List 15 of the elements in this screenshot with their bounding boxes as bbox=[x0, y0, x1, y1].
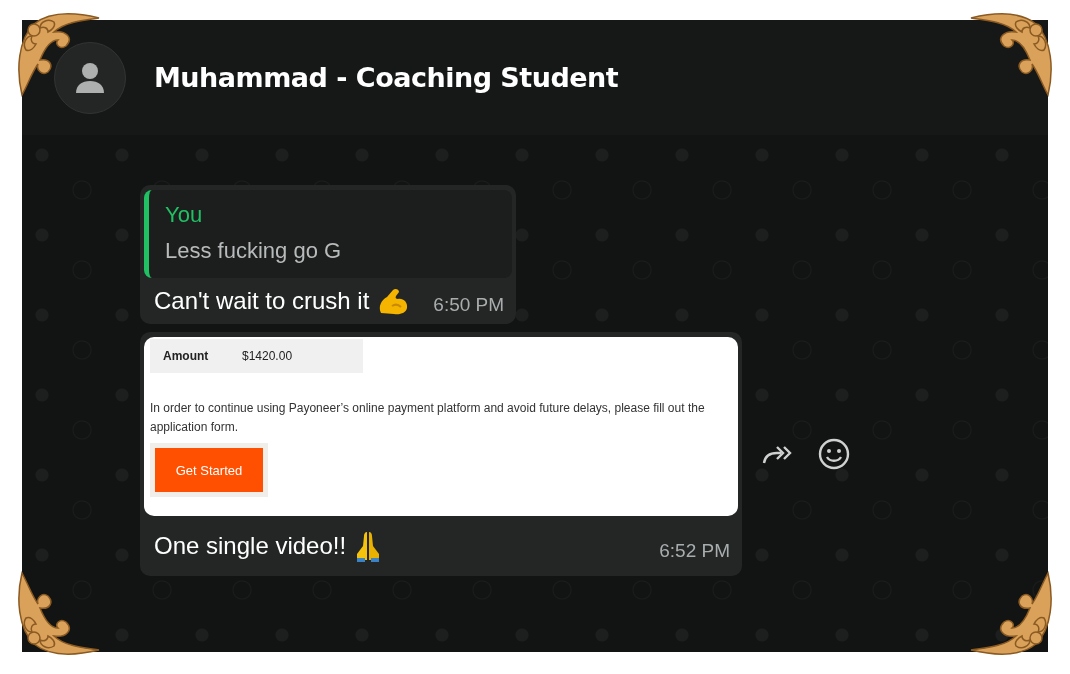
quote-text: Less fucking go G bbox=[165, 238, 343, 264]
message-text: Can't wait to crush it bbox=[154, 287, 370, 315]
quote-author: You bbox=[165, 202, 204, 228]
message-time: 6:50 PM bbox=[432, 294, 505, 316]
message-time: 6:52 PM bbox=[658, 540, 730, 562]
flexed-arm-icon bbox=[377, 286, 410, 316]
amount-label: Amount bbox=[162, 349, 210, 363]
amount-value: $1420.00 bbox=[242, 349, 293, 363]
email-text: In order to continue using Payoneer’s online payment platform and avoid future delays, please fill out the application form. bbox=[150, 400, 706, 436]
message-text: One single video!! bbox=[154, 532, 347, 560]
emoji-icon[interactable] bbox=[818, 438, 850, 470]
quoted-message[interactable]: You Less fucking go G bbox=[144, 190, 513, 278]
contact-name[interactable]: Muhammad - Coaching Student bbox=[154, 62, 619, 93]
person-icon bbox=[75, 61, 105, 94]
forward-icon[interactable] bbox=[762, 443, 794, 465]
